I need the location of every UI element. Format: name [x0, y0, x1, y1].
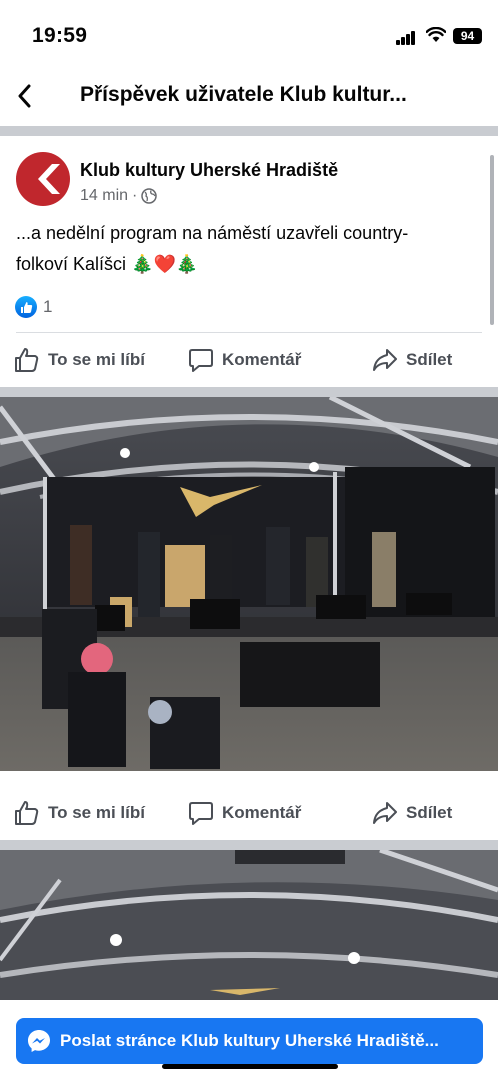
reactions-summary[interactable]: 1	[15, 296, 52, 318]
stage-roof-image	[0, 850, 498, 1000]
send-message-button[interactable]: Poslat stránce Klub kultury Uherské Hrad…	[16, 1018, 483, 1064]
comment-label: Komentář	[222, 803, 302, 822]
post-meta: 14 min ·	[80, 187, 158, 205]
like-label: To se mi líbí	[48, 803, 145, 822]
reaction-count: 1	[43, 297, 53, 316]
share-icon	[373, 802, 397, 824]
post-time[interactable]: 14 min	[80, 187, 128, 205]
comment-label: Komentář	[222, 350, 302, 369]
post-text-line: ...a nedělní program na náměstí uzavřeli…	[16, 223, 409, 243]
like-button[interactable]: To se mi líbí	[14, 334, 145, 386]
globe-icon	[141, 188, 158, 204]
nav-header: Příspěvek uživatele Klub kultur...	[0, 70, 498, 126]
post-text-line-2: folkoví Kalíšci 🎄❤️🎄	[16, 249, 486, 280]
post-photo[interactable]	[0, 850, 498, 1000]
messenger-icon	[28, 1030, 50, 1052]
post-photo[interactable]	[0, 397, 498, 771]
status-time: 19:59	[32, 24, 88, 47]
comment-button[interactable]: Komentář	[188, 334, 301, 386]
comment-button[interactable]: Komentář	[188, 787, 301, 839]
concert-stage-image	[0, 397, 498, 771]
like-button[interactable]: To se mi líbí	[14, 787, 145, 839]
comment-icon	[189, 802, 213, 825]
like-reaction-icon	[15, 296, 37, 318]
section-divider	[0, 840, 498, 850]
page-avatar[interactable]	[16, 152, 70, 206]
share-button[interactable]: Sdílet	[372, 334, 452, 386]
post-actions: To se mi líbí Komentář Sdílet	[0, 334, 498, 386]
share-icon	[373, 349, 397, 371]
battery-indicator: 94	[453, 28, 482, 44]
section-divider	[0, 126, 498, 136]
thumbs-up-icon	[15, 801, 39, 825]
send-message-label: Poslat stránce Klub kultury Uherské Hrad…	[60, 1031, 439, 1050]
divider	[16, 332, 482, 333]
post-actions: To se mi líbí Komentář Sdílet	[0, 787, 498, 839]
section-divider	[0, 387, 498, 397]
tree-emoji: 🎄	[175, 254, 199, 274]
wifi-icon	[426, 27, 446, 42]
club-logo-icon	[38, 164, 60, 194]
cellular-signal-icon	[396, 31, 416, 45]
share-label: Sdílet	[406, 350, 453, 369]
chevron-left-icon	[18, 84, 31, 108]
post-text: ...a nedělní program na náměstí uzavřeli…	[16, 218, 486, 280]
back-button[interactable]	[10, 80, 38, 112]
post-text-span: folkoví Kalíšci	[16, 254, 127, 274]
heart-emoji: ❤️	[153, 254, 176, 274]
page-title: Příspěvek uživatele Klub kultur...	[80, 83, 407, 106]
like-label: To se mi líbí	[48, 350, 145, 369]
share-label: Sdílet	[406, 803, 453, 822]
post-author[interactable]: Klub kultury Uherské Hradiště	[80, 160, 338, 181]
thumbs-up-icon	[15, 348, 39, 372]
scrollbar[interactable]	[490, 155, 494, 325]
status-bar: 19:59 94	[0, 0, 498, 70]
tree-emoji: 🎄	[131, 254, 154, 274]
share-button[interactable]: Sdílet	[372, 787, 452, 839]
meta-separator: ·	[132, 187, 138, 204]
home-indicator[interactable]	[162, 1064, 338, 1069]
comment-icon	[189, 349, 213, 372]
